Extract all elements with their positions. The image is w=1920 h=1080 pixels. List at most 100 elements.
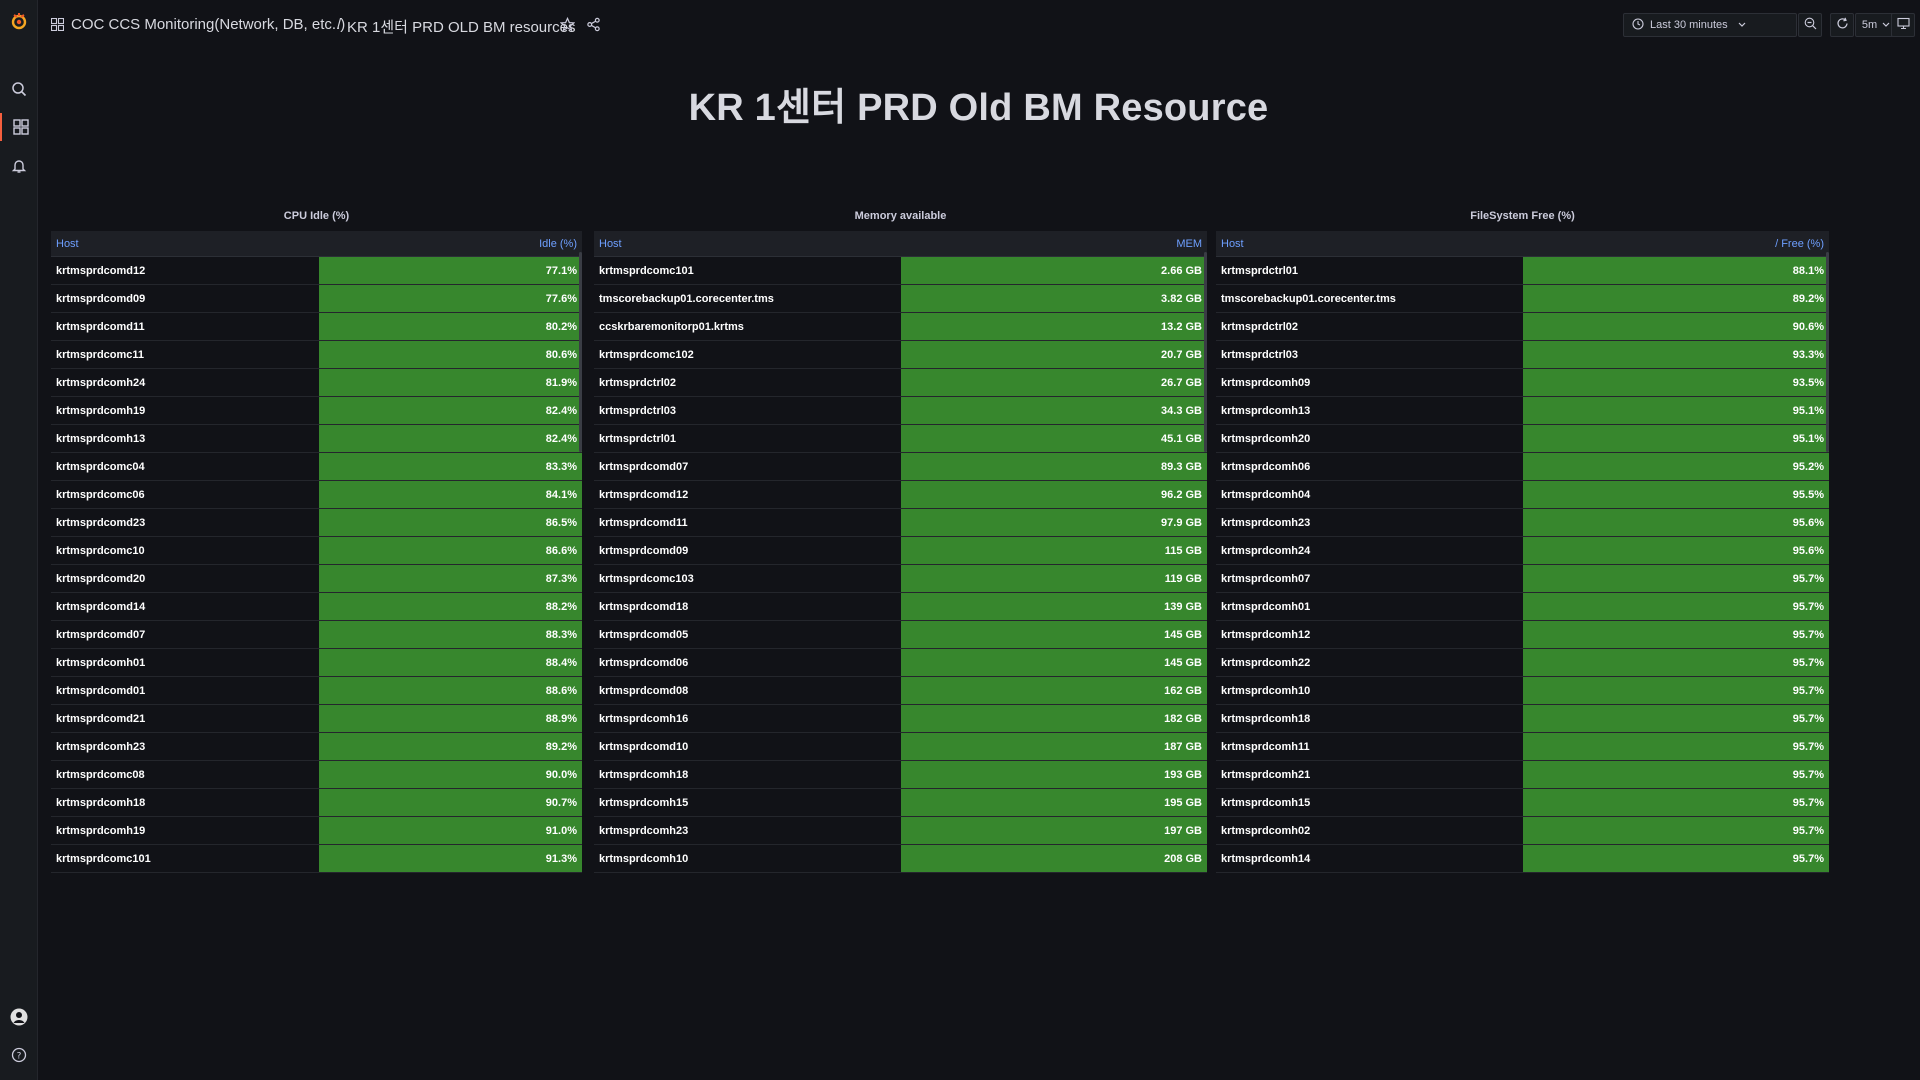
- table-row: krtmsprdcomd08 162 GB: [594, 676, 1207, 705]
- table-body: krtmsprdctrl01 88.1% tmscorebackup01.corec…: [1216, 256, 1829, 873]
- value-cell: 95.7%: [1523, 592, 1829, 621]
- column-header-mem[interactable]: MEM: [901, 231, 1207, 257]
- host-cell: krtmsprdcomh24: [51, 368, 319, 397]
- value-cell: 115 GB: [901, 536, 1207, 565]
- value-cell: 88.1%: [1523, 256, 1829, 285]
- table-row: tmscorebackup01.corecenter.tms 89.2%: [1216, 284, 1829, 313]
- host-cell: krtmsprdcomh18: [594, 760, 901, 789]
- panel-filesystem-free: FileSystem Free (%) Host / Free (%) krtm…: [1216, 206, 1829, 873]
- value-cell: 80.6%: [319, 340, 582, 369]
- column-header-host[interactable]: Host: [594, 231, 901, 257]
- table-row: krtmsprdcomh04 95.5%: [1216, 480, 1829, 509]
- breadcrumb-folder[interactable]: COC CCS Monitoring(Network, DB, etc..): [71, 16, 345, 33]
- table-row: krtmsprdctrl03 93.3%: [1216, 340, 1829, 369]
- table-row: krtmsprdctrl03 34.3 GB: [594, 396, 1207, 425]
- value-cell: 89.3 GB: [901, 452, 1207, 481]
- host-cell: krtmsprdctrl01: [594, 424, 901, 453]
- monitor-icon: [1896, 17, 1910, 33]
- column-header-free[interactable]: / Free (%): [1523, 231, 1829, 257]
- value-cell: 45.1 GB: [901, 424, 1207, 453]
- column-header-idle[interactable]: Idle (%): [319, 231, 582, 257]
- host-cell: krtmsprdcomh11: [1216, 732, 1523, 761]
- grafana-logo-icon[interactable]: [0, 7, 37, 35]
- host-cell: krtmsprdcomc102: [594, 340, 901, 369]
- user-avatar[interactable]: [0, 1003, 37, 1031]
- table-body: krtmsprdcomd12 77.1% krtmsprdcomd09 77.6% kr…: [51, 256, 582, 873]
- table-row: krtmsprdcomh24 81.9%: [51, 368, 582, 397]
- cpu-idle-table: Host Idle (%) krtmsprdcomd12 77.1% krtmspr…: [51, 231, 582, 873]
- column-header-host[interactable]: Host: [1216, 231, 1523, 257]
- value-cell: 145 GB: [901, 648, 1207, 677]
- value-cell: 95.6%: [1523, 536, 1829, 565]
- bell-icon[interactable]: [0, 152, 37, 180]
- value-cell: 95.7%: [1523, 648, 1829, 677]
- host-cell: krtmsprdcomh23: [1216, 508, 1523, 537]
- value-cell: 95.1%: [1523, 424, 1829, 453]
- refresh-button[interactable]: [1830, 13, 1854, 37]
- host-cell: krtmsprdcomh10: [1216, 676, 1523, 705]
- table-row: krtmsprdcomh14 95.7%: [1216, 844, 1829, 873]
- tv-mode-button[interactable]: [1891, 13, 1915, 37]
- table-row: krtmsprdcomh20 95.1%: [1216, 424, 1829, 453]
- search-icon[interactable]: [0, 75, 37, 103]
- table-row: krtmsprdcomh09 93.5%: [1216, 368, 1829, 397]
- value-cell: 96.2 GB: [901, 480, 1207, 509]
- value-cell: 95.7%: [1523, 564, 1829, 593]
- value-cell: 86.6%: [319, 536, 582, 565]
- table-row: krtmsprdcomd07 89.3 GB: [594, 452, 1207, 481]
- panel-title[interactable]: CPU Idle (%): [51, 206, 582, 226]
- table-row: krtmsprdcomh18 95.7%: [1216, 704, 1829, 733]
- value-cell: 162 GB: [901, 676, 1207, 705]
- table-row: krtmsprdcomh19 82.4%: [51, 396, 582, 425]
- star-icon[interactable]: [559, 16, 576, 37]
- breadcrumb-dashboard[interactable]: KR 1센터 PRD OLD BM resources: [347, 16, 576, 37]
- value-cell: 95.7%: [1523, 760, 1829, 789]
- table-row: krtmsprdcomh12 95.7%: [1216, 620, 1829, 649]
- host-cell: krtmsprdcomd01: [51, 676, 319, 705]
- host-cell: krtmsprdcomd20: [51, 564, 319, 593]
- table-row: krtmsprdcomh23 197 GB: [594, 816, 1207, 845]
- value-cell: 84.1%: [319, 480, 582, 509]
- table-row: krtmsprdcomh19 91.0%: [51, 816, 582, 845]
- host-cell: krtmsprdcomh24: [1216, 536, 1523, 565]
- table-row: krtmsprdcomh23 89.2%: [51, 732, 582, 761]
- value-cell: 26.7 GB: [901, 368, 1207, 397]
- host-cell: krtmsprdcomh04: [1216, 480, 1523, 509]
- column-header-host[interactable]: Host: [51, 231, 319, 257]
- host-cell: krtmsprdcomh19: [51, 816, 319, 845]
- time-range-picker[interactable]: Last 30 minutes: [1623, 13, 1797, 37]
- host-cell: krtmsprdcomh07: [1216, 564, 1523, 593]
- chevron-down-icon: [1882, 19, 1890, 31]
- table-row: krtmsprdcomh01 95.7%: [1216, 592, 1829, 621]
- zoom-out-button[interactable]: [1798, 13, 1822, 37]
- host-cell: krtmsprdcomh15: [594, 788, 901, 817]
- host-cell: krtmsprdcomd07: [51, 620, 319, 649]
- table-row: krtmsprdcomd23 86.5%: [51, 508, 582, 537]
- value-cell: 2.66 GB: [901, 256, 1207, 285]
- panel-title[interactable]: FileSystem Free (%): [1216, 206, 1829, 226]
- table-row: krtmsprdcomd21 88.9%: [51, 704, 582, 733]
- table-row: krtmsprdcomc10 86.6%: [51, 536, 582, 565]
- clock-icon: [1632, 17, 1644, 33]
- dashboards-icon[interactable]: [0, 113, 39, 141]
- table-row: tmscorebackup01.corecenter.tms 3.82 GB: [594, 284, 1207, 313]
- value-cell: 193 GB: [901, 760, 1207, 789]
- share-icon[interactable]: [586, 17, 601, 37]
- host-cell: krtmsprdcomh02: [1216, 816, 1523, 845]
- value-cell: 81.9%: [319, 368, 582, 397]
- panel-memory-available: Memory available Host MEM krtmsprdcomc10…: [594, 206, 1207, 873]
- table-row: krtmsprdcomh02 95.7%: [1216, 816, 1829, 845]
- table-row: krtmsprdcomc04 83.3%: [51, 452, 582, 481]
- value-cell: 139 GB: [901, 592, 1207, 621]
- scrollbar[interactable]: [1204, 252, 1207, 452]
- table-row: krtmsprdcomd10 187 GB: [594, 732, 1207, 761]
- value-cell: 88.6%: [319, 676, 582, 705]
- scrollbar[interactable]: [579, 252, 582, 452]
- help-icon[interactable]: ?: [0, 1041, 37, 1069]
- host-cell: krtmsprdctrl03: [594, 396, 901, 425]
- host-cell: krtmsprdctrl01: [1216, 256, 1523, 285]
- host-cell: krtmsprdcomh18: [1216, 704, 1523, 733]
- panel-title[interactable]: Memory available: [594, 206, 1207, 226]
- scrollbar[interactable]: [1826, 252, 1829, 452]
- host-cell: krtmsprdcomd07: [594, 452, 901, 481]
